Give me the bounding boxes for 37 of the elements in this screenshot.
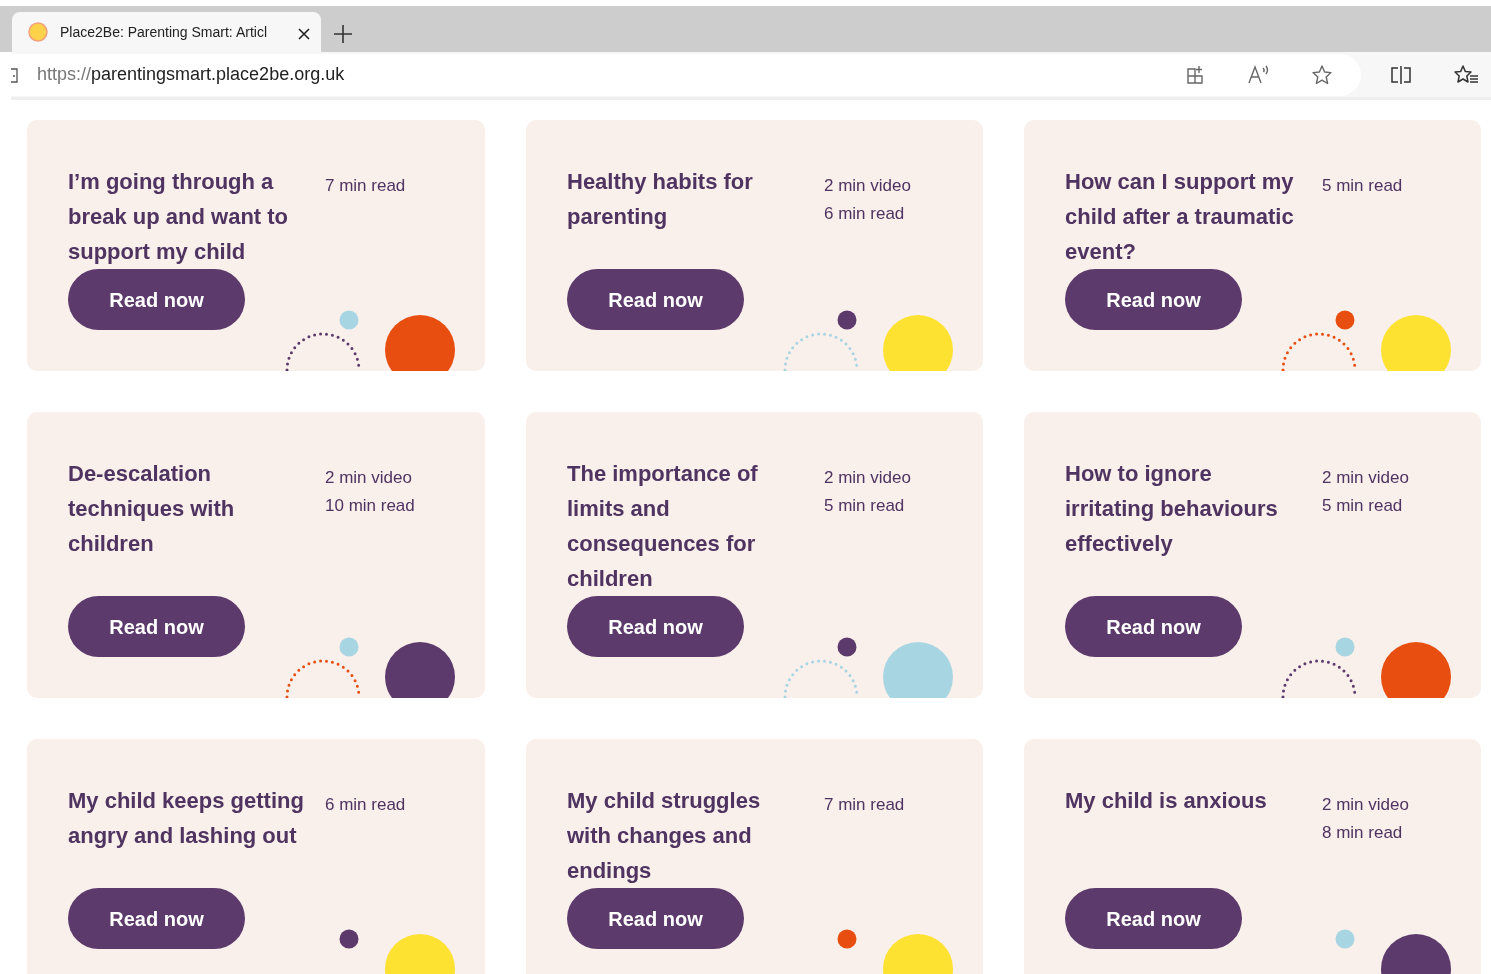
article-title: My child struggles with changes and endings [567, 787, 762, 885]
reading-time: 5 min read [824, 495, 906, 517]
reading-time: 10 min read [325, 495, 415, 517]
article-title: I’m going through a break up and want to support my child [68, 168, 290, 266]
reading-time: 6 min read [325, 794, 406, 816]
reading-time: 2 min video [1322, 794, 1409, 816]
favicon-icon [28, 22, 48, 42]
reading-time: 2 min video [824, 467, 911, 489]
reading-time: 7 min read [325, 175, 406, 197]
read-now-button[interactable]: Read now [1065, 888, 1242, 949]
reading-time: 2 min video [824, 175, 911, 197]
read-now-button[interactable]: Read now [68, 596, 245, 657]
read-now-button[interactable]: Read now [567, 269, 744, 330]
article-title: De-escalation techniques with children [68, 460, 236, 558]
article-title: Healthy habits for parenting [567, 168, 754, 231]
reading-time: 2 min video [1322, 467, 1409, 489]
read-now-button[interactable]: Read now [68, 269, 245, 330]
read-now-button[interactable]: Read now [1065, 596, 1242, 657]
article-title: How can I support my child after a traumatic event? [1065, 168, 1295, 266]
reading-time: 5 min read [1322, 495, 1404, 517]
reading-time: 5 min read [1322, 175, 1403, 197]
read-now-button[interactable]: Read now [1065, 269, 1242, 330]
browser-tab[interactable]: Place2Be: Parenting Smart: Articl [12, 12, 321, 52]
reading-time: 6 min read [824, 203, 906, 225]
read-now-button[interactable]: Read now [567, 596, 744, 657]
address-bar[interactable]: https://parentingsmart.place2be.org.uk [11, 53, 1361, 96]
article-title: My child keeps getting angry and lashing out [68, 787, 305, 850]
article-title: The importance of limits and consequences for children [567, 460, 759, 593]
read-now-button[interactable]: Read now [567, 888, 744, 949]
reading-time: 8 min read [1322, 822, 1404, 844]
url-text: https://parentingsmart.place2be.org.uk [37, 63, 345, 86]
tab-title: Place2Be: Parenting Smart: Articl [60, 22, 268, 42]
read-now-button[interactable]: Read now [68, 888, 245, 949]
article-title: My child is anxious [1065, 787, 1268, 815]
reading-time: 7 min read [824, 794, 905, 816]
reading-time: 2 min video [325, 467, 413, 489]
article-title: How to ignore irritating behaviours effectively [1065, 460, 1279, 558]
